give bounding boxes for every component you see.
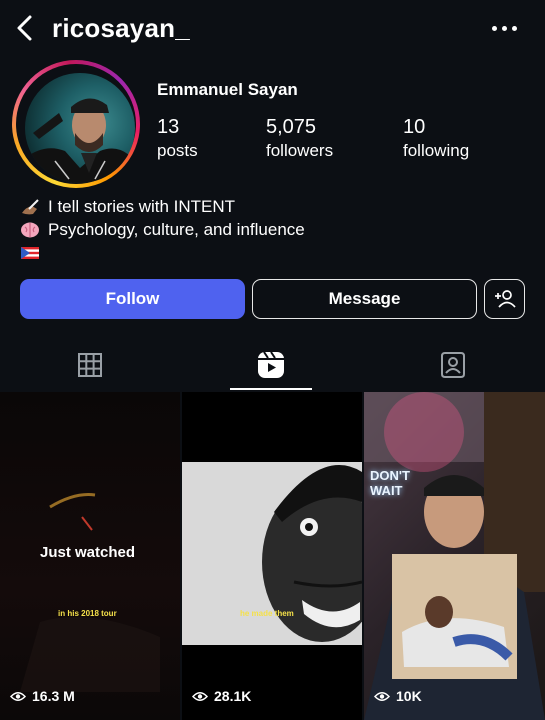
reel-tile[interactable]: Just watched in his 2018 tour 16.3 M	[0, 392, 180, 720]
message-button[interactable]: Message	[252, 279, 477, 319]
follow-button[interactable]: Follow	[20, 279, 245, 319]
profile-tabs	[0, 340, 545, 392]
stat-value: 10	[403, 116, 426, 138]
stat-value: 5,075	[266, 116, 317, 138]
view-count-text: 10K	[396, 688, 422, 704]
tab-tagged[interactable]	[423, 340, 483, 390]
bio-text: Psychology, culture, and influence	[48, 220, 305, 239]
profile-bio: I tell stories with INTENT Psychology, c…	[20, 195, 305, 264]
view-count-text: 16.3 M	[32, 688, 75, 704]
neon-sign-text: DON'T WAIT	[370, 468, 410, 498]
reel-tile[interactable]: DON'T WAIT 10K	[364, 392, 545, 720]
reels-icon	[258, 351, 284, 378]
reel-subtitle: he made them	[240, 609, 294, 618]
bio-line	[20, 241, 305, 264]
grid-icon	[78, 353, 102, 377]
avatar[interactable]	[25, 73, 135, 183]
story-ring[interactable]	[12, 60, 140, 188]
eye-icon	[10, 691, 26, 701]
reel-thumbnail	[182, 462, 362, 645]
profile-full-name: Emmanuel Sayan	[157, 80, 298, 99]
tagged-icon	[441, 352, 465, 378]
add-user-icon	[494, 290, 516, 308]
posts-count[interactable]: 13 posts	[157, 116, 198, 161]
top-bar: ricosayan_	[0, 0, 545, 58]
view-count-text: 28.1K	[214, 688, 252, 704]
reel-view-count: 28.1K	[192, 688, 251, 704]
following-count[interactable]: 10 following	[403, 116, 469, 161]
puerto-rico-flag-emoji-icon	[20, 243, 40, 263]
suggested-accounts-button[interactable]	[484, 279, 525, 319]
reel-subtitle: in his 2018 tour	[58, 609, 117, 618]
eye-icon	[374, 691, 390, 701]
reels-grid: Just watched in his 2018 tour 16.3 M he …	[0, 392, 545, 720]
profile-username: ricosayan_	[52, 13, 190, 43]
stat-label: posts	[157, 141, 198, 160]
reel-thumbnail	[364, 392, 545, 720]
reel-caption: Just watched	[40, 544, 136, 561]
reel-tile[interactable]: he made them 28.1K	[182, 392, 362, 720]
back-arrow-icon[interactable]	[14, 14, 38, 42]
eye-icon	[192, 691, 208, 701]
active-tab-indicator	[230, 388, 312, 390]
tab-reels[interactable]	[241, 340, 301, 390]
tab-posts-grid[interactable]	[60, 340, 120, 390]
stat-value: 13	[157, 116, 180, 138]
reel-view-count: 16.3 M	[10, 688, 75, 704]
bio-text: I tell stories with INTENT	[48, 197, 236, 216]
reel-view-count: 10K	[374, 688, 422, 704]
bio-line: Psychology, culture, and influence	[20, 218, 305, 241]
followers-count[interactable]: 5,075 followers	[266, 116, 333, 161]
brain-emoji-icon	[20, 220, 40, 240]
stat-label: following	[403, 141, 470, 160]
more-options-icon[interactable]	[490, 18, 520, 38]
stat-label: followers	[266, 141, 334, 160]
writing-hand-emoji-icon	[20, 197, 40, 217]
bio-line: I tell stories with INTENT	[20, 195, 305, 218]
